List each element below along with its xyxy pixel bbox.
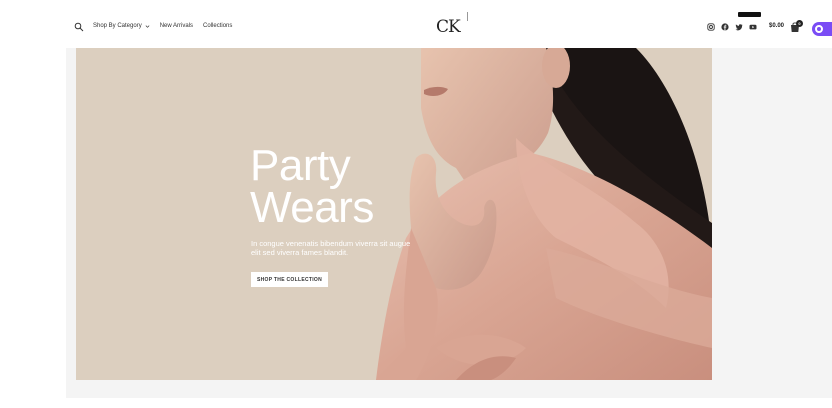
- social-links: [707, 23, 757, 31]
- nav-item-new-arrivals[interactable]: New Arrivals: [160, 23, 193, 29]
- tooltip-bar: [738, 12, 761, 17]
- chevron-down-icon: [145, 24, 150, 28]
- nav-item-label: New Arrivals: [159, 23, 194, 29]
- cart-count-badge: 0: [796, 20, 803, 27]
- hero-subtitle: In congue venenatis bibendum viverra sit…: [251, 239, 411, 257]
- side-panel-toggle[interactable]: [812, 22, 832, 36]
- hero-title-line-2: Wears: [250, 183, 374, 232]
- nav-item-label: Shop By Category: [93, 23, 142, 29]
- hero-banner: Party Wears In congue venenatis bibendum…: [76, 48, 712, 380]
- hero-model-image: [376, 48, 712, 380]
- hero-title: Party Wears: [250, 141, 374, 232]
- instagram-icon[interactable]: [707, 23, 715, 31]
- cart-total[interactable]: $0.00: [769, 23, 784, 29]
- text-cursor: [467, 12, 468, 21]
- nav-item-shop-by-category[interactable]: Shop By Category: [93, 23, 150, 29]
- facebook-icon[interactable]: [721, 23, 729, 31]
- site-logo[interactable]: CK: [436, 17, 461, 37]
- twitter-icon[interactable]: [735, 23, 743, 31]
- search-icon[interactable]: [74, 22, 84, 32]
- main-nav: Shop By Category New Arrivals Collection…: [93, 23, 232, 29]
- site-header: Shop By Category New Arrivals Collection…: [0, 0, 832, 48]
- youtube-icon[interactable]: [749, 23, 757, 31]
- nav-item-label: Collections: [203, 23, 233, 29]
- nav-item-collections[interactable]: Collections: [203, 23, 232, 29]
- hero-title-line-1: Party: [250, 141, 351, 190]
- shop-collection-button[interactable]: SHOP THE COLLECTION: [251, 272, 328, 287]
